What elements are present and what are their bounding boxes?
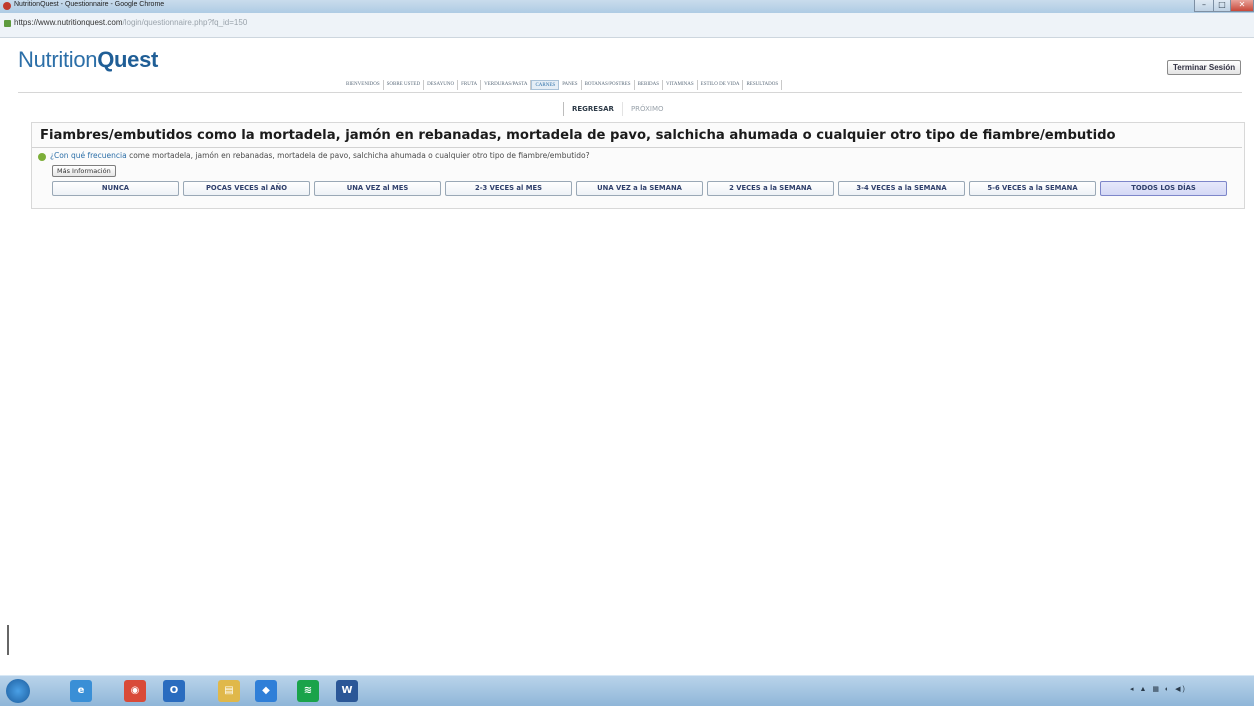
lock-icon xyxy=(4,20,11,27)
address-bar[interactable]: https://www.nutritionquest.com/login/que… xyxy=(0,13,1254,38)
logout-button[interactable]: Terminar Sesión xyxy=(1167,60,1242,75)
nav-tab-estilo-de-vida[interactable]: ESTILO DE VIDA xyxy=(698,80,744,90)
answer-option-button[interactable]: POCAS VECES al AÑO xyxy=(183,181,310,196)
nav-tab-verduras-pasta[interactable]: VERDURAS/PASTA xyxy=(481,80,532,90)
answer-option-button[interactable]: TODOS LOS DÍAS xyxy=(1100,181,1227,196)
system-tray[interactable]: ◂ ▲ ▦ ◐ ◀) xyxy=(1130,685,1187,693)
answer-option-button[interactable]: UNA VEZ al MES xyxy=(314,181,441,196)
logo-text-bold: Quest xyxy=(97,47,159,72)
section-nav: BIENVENIDOS SOBRE USTED DESAYUNO FRUTA VERDU… xyxy=(343,80,783,90)
explorer-icon[interactable]: ▤ xyxy=(218,680,240,702)
question-panel: Fiambres/embutidos como la mortadela, ja… xyxy=(31,122,1245,209)
nav-tab-fruta[interactable]: FRUTA xyxy=(458,80,482,90)
back-button[interactable]: REGRESAR xyxy=(563,102,623,116)
more-info-button[interactable]: Más Información xyxy=(52,165,116,177)
start-button[interactable] xyxy=(6,679,30,703)
answer-option-button[interactable]: 3-4 VECES a la SEMANA xyxy=(838,181,965,196)
answer-option-button[interactable]: 2-3 VECES al MES xyxy=(445,181,572,196)
window-titlebar: NutritionQuest - Questionnaire - Google … xyxy=(0,0,1254,13)
question-prompt-text: come mortadela, jamón en rebanadas, mort… xyxy=(126,151,590,160)
nav-tab-botanas-postres[interactable]: BOTANAS/POSTRES xyxy=(582,80,635,90)
scroll-edge-marker xyxy=(7,625,9,655)
url-path: /login/questionnaire.php?fq_id=150 xyxy=(122,18,248,27)
close-button[interactable]: ✕ xyxy=(1230,0,1254,12)
url-field[interactable]: https://www.nutritionquest.com/login/que… xyxy=(14,18,247,27)
url-host: https://www.nutritionquest.com xyxy=(14,18,123,27)
nav-tab-bienvenidos[interactable]: BIENVENIDOS xyxy=(343,80,384,90)
answer-option-button[interactable]: NUNCA xyxy=(52,181,179,196)
outlook-icon[interactable]: O xyxy=(163,680,185,702)
site-favicon-icon xyxy=(3,2,11,10)
frequency-help-link[interactable]: ¿Con qué frecuencia xyxy=(50,151,127,160)
nav-tab-bebidas[interactable]: BEBIDAS xyxy=(635,80,663,90)
ie-icon[interactable]: e xyxy=(70,680,92,702)
nav-tab-sobre-usted[interactable]: SOBRE USTED xyxy=(384,80,425,90)
answer-option-button[interactable]: 5-6 VECES a la SEMANA xyxy=(969,181,1096,196)
chrome-icon[interactable]: ◉ xyxy=(124,680,146,702)
word-icon[interactable]: W xyxy=(336,680,358,702)
answer-options: NUNCA POCAS VECES al AÑO UNA VEZ al MES 2-3… xyxy=(52,181,1227,196)
nav-tab-vitaminas[interactable]: VITAMINAS xyxy=(663,80,698,90)
nutritionquest-logo: NutritionQuest xyxy=(18,47,158,73)
pager: REGRESAR PRÓXIMO xyxy=(563,102,672,116)
nav-divider xyxy=(18,92,1242,93)
question-arrow-icon xyxy=(38,153,46,161)
next-button: PRÓXIMO xyxy=(630,105,664,113)
minimize-button[interactable]: – xyxy=(1194,0,1214,12)
question-divider xyxy=(32,147,1242,148)
nav-tab-desayuno[interactable]: DESAYUNO xyxy=(424,80,459,90)
maximize-button[interactable]: □ xyxy=(1213,0,1231,12)
logo-text-light: Nutrition xyxy=(18,47,98,72)
answer-option-button[interactable]: UNA VEZ a la SEMANA xyxy=(576,181,703,196)
nav-tab-panes[interactable]: PANES xyxy=(559,80,582,90)
question-title: Fiambres/embutidos como la mortadela, ja… xyxy=(40,128,1116,143)
nav-tab-carnes[interactable]: CARNES xyxy=(531,80,560,90)
answer-option-button[interactable]: 2 VECES a la SEMANA xyxy=(707,181,834,196)
nav-tab-resultados[interactable]: RESULTADOS xyxy=(743,80,783,90)
question-prompt: ¿Con qué frecuencia come mortadela, jamó… xyxy=(50,151,590,160)
spotify-icon[interactable]: ≋ xyxy=(297,680,319,702)
window-title: NutritionQuest - Questionnaire - Google … xyxy=(14,1,165,8)
windows-taskbar: ◂ ▲ ▦ ◐ ◀) e ◉ O ▤ ◆ ≋ W xyxy=(0,675,1254,706)
dropbox-icon[interactable]: ◆ xyxy=(255,680,277,702)
